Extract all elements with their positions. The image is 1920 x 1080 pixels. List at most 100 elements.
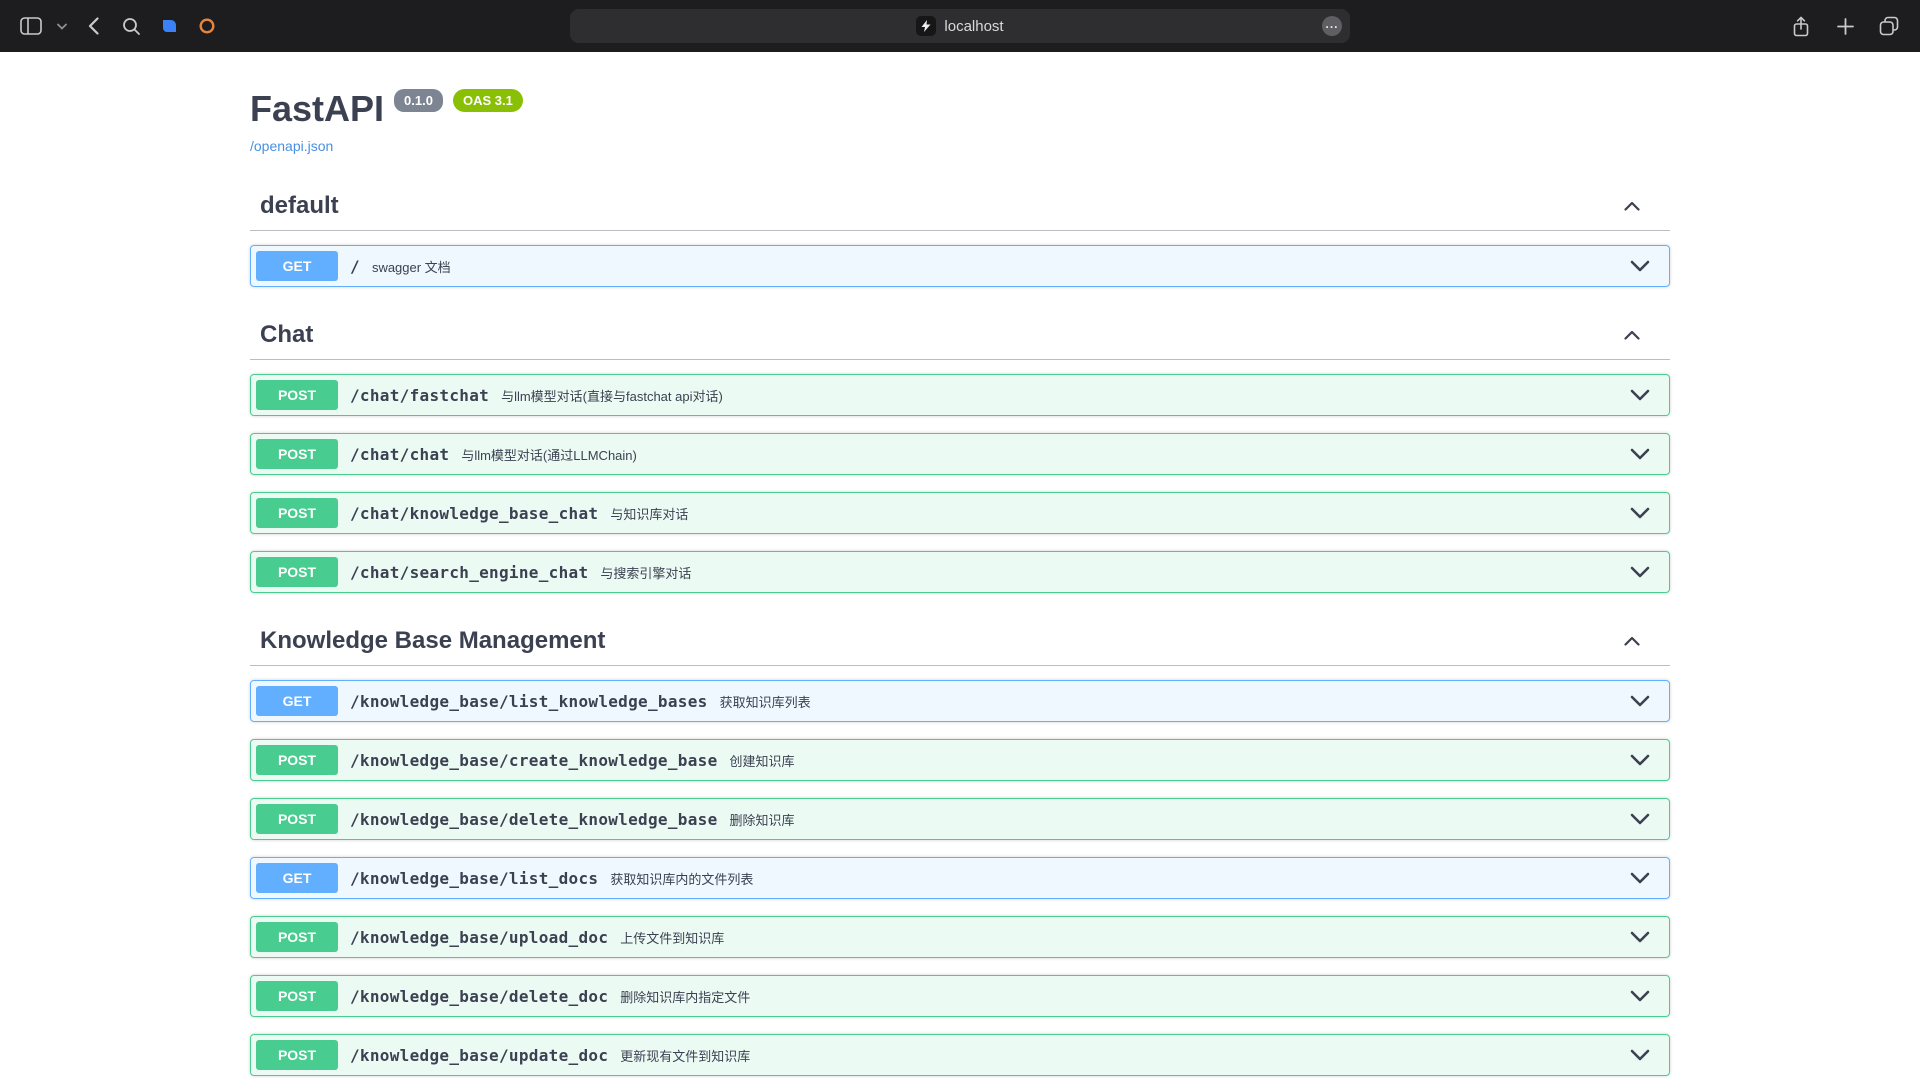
extension-orange-icon	[198, 17, 216, 35]
search-button[interactable]	[116, 11, 146, 41]
operation-path: /chat/fastchat	[350, 386, 489, 405]
operation-row[interactable]: POST /chat/search_engine_chat 与搜索引擎对话	[250, 551, 1670, 593]
share-icon	[1792, 16, 1810, 37]
section-title: Chat	[250, 321, 313, 349]
expand-operation-button[interactable]	[1626, 1045, 1654, 1065]
operation-row[interactable]: GET /knowledge_base/list_docs 获取知识库内的文件列…	[250, 857, 1670, 899]
http-method-badge: GET	[256, 863, 338, 893]
http-method-badge: POST	[256, 745, 338, 775]
operation-row[interactable]: POST /knowledge_base/create_knowledge_ba…	[250, 739, 1670, 781]
operations-list: default GET / swagger 文档 Chat	[250, 186, 1670, 1080]
plus-icon	[1837, 18, 1854, 35]
back-button[interactable]	[78, 11, 108, 41]
swagger-page: FastAPI 0.1.0 OAS 3.1 /openapi.json defa…	[0, 52, 1920, 1080]
expand-operation-button[interactable]	[1626, 868, 1654, 888]
openapi-spec-link[interactable]: /openapi.json	[250, 138, 333, 154]
section-title: default	[250, 192, 339, 220]
operation-path: /chat/knowledge_base_chat	[350, 504, 598, 523]
expand-operation-button[interactable]	[1626, 256, 1654, 276]
collapse-section-button[interactable]	[1620, 324, 1644, 347]
chevron-up-icon	[1624, 330, 1640, 340]
expand-operation-button[interactable]	[1626, 385, 1654, 405]
chevron-down-icon	[1630, 566, 1650, 578]
operation-path: /chat/chat	[350, 445, 449, 464]
tag-section-default: default GET / swagger 文档	[250, 186, 1670, 287]
chevron-down-icon	[1630, 260, 1650, 272]
tab-overview-button[interactable]	[1874, 11, 1904, 41]
expand-operation-button[interactable]	[1626, 503, 1654, 523]
operation-summary: 创建知识库	[730, 751, 795, 770]
expand-operation-button[interactable]	[1626, 562, 1654, 582]
chevron-down-icon	[1630, 507, 1650, 519]
extension-orange-button[interactable]	[192, 11, 222, 41]
http-method-badge: POST	[256, 557, 338, 587]
expand-operation-button[interactable]	[1626, 444, 1654, 464]
http-method-badge: POST	[256, 380, 338, 410]
operation-path: /knowledge_base/upload_doc	[350, 928, 608, 947]
chevron-down-icon	[57, 23, 67, 30]
section-title: Knowledge Base Management	[250, 627, 605, 655]
operation-path: /chat/search_engine_chat	[350, 563, 588, 582]
section-header[interactable]: Knowledge Base Management	[250, 621, 1670, 666]
chevron-up-icon	[1624, 636, 1640, 646]
chevron-down-icon	[1630, 754, 1650, 766]
operation-summary: swagger 文档	[372, 257, 451, 276]
operation-summary: 与llm模型对话(直接与fastchat api对话)	[501, 386, 723, 405]
operation-path: /knowledge_base/delete_knowledge_base	[350, 810, 718, 829]
site-favicon-icon	[916, 16, 936, 36]
api-info: FastAPI 0.1.0 OAS 3.1 /openapi.json	[250, 88, 1670, 156]
url-text: localhost	[944, 18, 1003, 35]
operation-path: /knowledge_base/update_doc	[350, 1046, 608, 1065]
extension-blue-button[interactable]	[154, 11, 184, 41]
operation-summary: 与搜索引擎对话	[600, 563, 691, 582]
tag-section-chat: Chat POST /chat/fastchat 与llm模型对话(直接与fas…	[250, 315, 1670, 593]
operation-row[interactable]: POST /chat/knowledge_base_chat 与知识库对话	[250, 492, 1670, 534]
collapse-section-button[interactable]	[1620, 630, 1644, 653]
sidebar-toggle-button[interactable]	[16, 11, 46, 41]
browser-toolbar: localhost ...	[0, 0, 1920, 52]
back-arrow-icon	[88, 17, 99, 35]
operation-row[interactable]: POST /knowledge_base/delete_knowledge_ba…	[250, 798, 1670, 840]
operation-summary: 删除知识库	[730, 810, 795, 829]
chevron-down-icon	[1630, 813, 1650, 825]
section-header[interactable]: default	[250, 186, 1670, 231]
operation-row[interactable]: GET /knowledge_base/list_knowledge_bases…	[250, 680, 1670, 722]
chevron-up-icon	[1624, 201, 1640, 211]
more-options-icon[interactable]: ...	[1322, 16, 1342, 36]
search-icon	[122, 17, 141, 36]
operation-row[interactable]: POST /knowledge_base/upload_doc 上传文件到知识库	[250, 916, 1670, 958]
url-bar[interactable]: localhost ...	[570, 9, 1350, 43]
version-badge: 0.1.0	[394, 89, 443, 112]
new-tab-button[interactable]	[1830, 11, 1860, 41]
operation-summary: 获取知识库列表	[720, 692, 811, 711]
page-title: FastAPI 0.1.0 OAS 3.1	[250, 88, 1670, 130]
extension-blue-icon	[160, 17, 178, 35]
http-method-badge: POST	[256, 439, 338, 469]
operation-row[interactable]: GET / swagger 文档	[250, 245, 1670, 287]
section-header[interactable]: Chat	[250, 315, 1670, 360]
operation-row[interactable]: POST /knowledge_base/delete_doc 删除知识库内指定…	[250, 975, 1670, 1017]
operation-row[interactable]: POST /knowledge_base/update_doc 更新现有文件到知…	[250, 1034, 1670, 1076]
chevron-down-icon	[1630, 695, 1650, 707]
sidebar-menu-button[interactable]	[54, 11, 70, 41]
operation-summary: 与知识库对话	[610, 504, 688, 523]
tab-overview-icon	[1879, 16, 1899, 36]
http-method-badge: GET	[256, 251, 338, 281]
expand-operation-button[interactable]	[1626, 750, 1654, 770]
http-method-badge: POST	[256, 804, 338, 834]
expand-operation-button[interactable]	[1626, 927, 1654, 947]
operation-row[interactable]: POST /chat/chat 与llm模型对话(通过LLMChain)	[250, 433, 1670, 475]
sidebar-icon	[20, 17, 42, 35]
expand-operation-button[interactable]	[1626, 986, 1654, 1006]
chevron-down-icon	[1630, 448, 1650, 460]
collapse-section-button[interactable]	[1620, 195, 1644, 218]
expand-operation-button[interactable]	[1626, 809, 1654, 829]
operation-row[interactable]: POST /chat/fastchat 与llm模型对话(直接与fastchat…	[250, 374, 1670, 416]
http-method-badge: POST	[256, 498, 338, 528]
chevron-down-icon	[1630, 931, 1650, 943]
api-title-text: FastAPI	[250, 88, 384, 130]
share-button[interactable]	[1786, 11, 1816, 41]
operation-path: /knowledge_base/create_knowledge_base	[350, 751, 718, 770]
expand-operation-button[interactable]	[1626, 691, 1654, 711]
operation-path: /knowledge_base/list_docs	[350, 869, 598, 888]
